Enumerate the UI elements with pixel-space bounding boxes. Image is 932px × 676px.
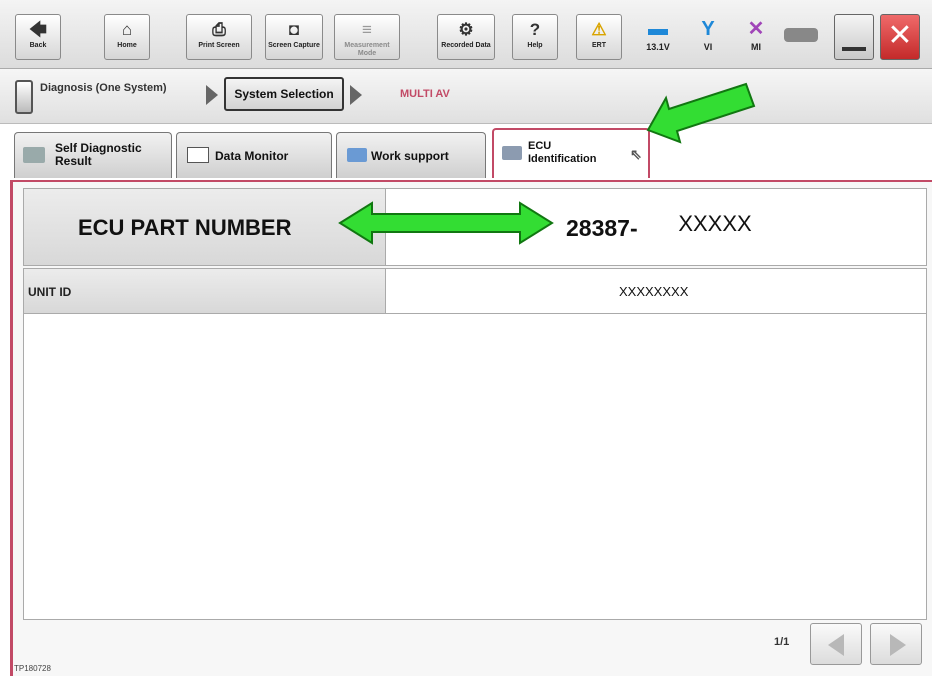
help-icon: ? [529,20,541,39]
vi-status: Y VI [686,16,730,58]
car-battery-icon: ▬ [648,18,668,40]
status-indicator-bar [784,28,818,42]
home-label: Home [117,42,137,49]
next-page-button[interactable] [870,623,922,665]
page-indicator: 1/1 [774,636,790,648]
back-arrow-icon: 🡄 [29,20,47,39]
ecu-identification-icon [502,146,522,160]
tab-label: Data Monitor [215,149,289,163]
ecu-part-number-label: ECU PART NUMBER [78,215,292,240]
close-button[interactable]: ✕ [880,14,920,60]
work-support-icon [347,148,367,162]
tab-work-support[interactable]: Work support [336,132,486,178]
right-arrow-icon [890,634,906,656]
breadcrumb-diagnosis-one-system[interactable]: Diagnosis (One System) [40,82,180,94]
unit-id-label-cell: UNIT ID [24,269,386,313]
tab-label: Self Diagnostic Result [55,141,142,168]
system-selection-button[interactable]: System Selection [224,77,344,111]
signal-icon: Y [701,18,715,40]
back-label: Back [29,42,47,49]
warning-icon: ⚠ [591,20,607,39]
recorded-data-icon: ⚙ [458,20,474,39]
tab-data-monitor[interactable]: Data Monitor [176,132,332,178]
print-screen-button[interactable]: ⎙ Print Screen [186,14,252,60]
recorded-data-label: Recorded Data [441,42,491,49]
footer-code: TP180728 [14,664,51,673]
print-screen-label: Print Screen [198,42,240,49]
vi-label: VI [703,42,713,52]
prev-page-button[interactable] [810,623,862,665]
battery-status: ▬ 13.1V [636,16,680,58]
toolbar: 🡄 Back ⌂ Home ⎙ Print Screen ◘ Screen Ca… [0,0,932,69]
help-label: Help [527,42,543,49]
tab-label: ECU Identification [528,140,597,165]
printer-icon: ⎙ [212,20,226,39]
breadcrumb-current-system: MULTI AV [400,88,450,100]
tab-label: Work support [371,149,449,163]
back-button[interactable]: 🡄 Back [15,14,61,60]
breadcrumb: Diagnosis (One System) System Selection … [0,69,932,124]
measurement-mode-button[interactable]: ≡ Measurement Mode [334,14,400,60]
breadcrumb-arrow-icon [206,85,218,105]
cursor-icon: ⇖ [630,146,642,162]
ecu-part-number-label-cell: ECU PART NUMBER [24,189,386,265]
left-arrow-icon [828,634,844,656]
screen-capture-label: Screen Capture [268,42,320,49]
close-icon: ✕ [887,19,913,52]
unit-id-value: XXXXXXXX [619,284,689,299]
ert-button[interactable]: ⚠ ERT [576,14,622,60]
measurement-icon: ≡ [362,20,372,39]
minimize-icon [842,47,866,51]
home-icon: ⌂ [121,20,133,39]
ecu-part-number-prefix: 28387- [566,215,638,241]
tab-bar: Self Diagnostic Result Data Monitor Work… [0,124,932,182]
tab-self-diagnostic-result[interactable]: Self Diagnostic Result [14,132,172,178]
home-button[interactable]: ⌂ Home [104,14,150,60]
help-button[interactable]: ? Help [512,14,558,60]
ert-label: ERT [592,42,606,49]
breadcrumb-arrow-icon [350,85,362,105]
camera-icon: ◘ [288,20,300,39]
tab-ecu-identification[interactable]: ECU Identification ⇖ [492,128,650,178]
ecu-part-number-row: ECU PART NUMBER 28387- XXXXX [23,188,927,266]
empty-list-area [23,314,927,620]
unit-id-row: UNIT ID XXXXXXXX [23,268,927,314]
ecu-part-number-masked: XXXXX [664,205,766,243]
mi-status: ✕ MI [734,16,778,58]
minimize-button[interactable] [834,14,874,60]
unit-id-label: UNIT ID [28,285,72,299]
mi-status-icon: ✕ [747,18,765,40]
measurement-mode-label: Measurement Mode [344,42,390,57]
self-diagnostic-icon [23,147,45,163]
mi-label: MI [751,42,761,52]
screen-capture-button[interactable]: ◘ Screen Capture [265,14,323,60]
recorded-data-button[interactable]: ⚙ Recorded Data [437,14,495,60]
data-monitor-icon [187,147,209,163]
device-icon [15,80,33,114]
battery-voltage: 13.1V [646,42,670,52]
